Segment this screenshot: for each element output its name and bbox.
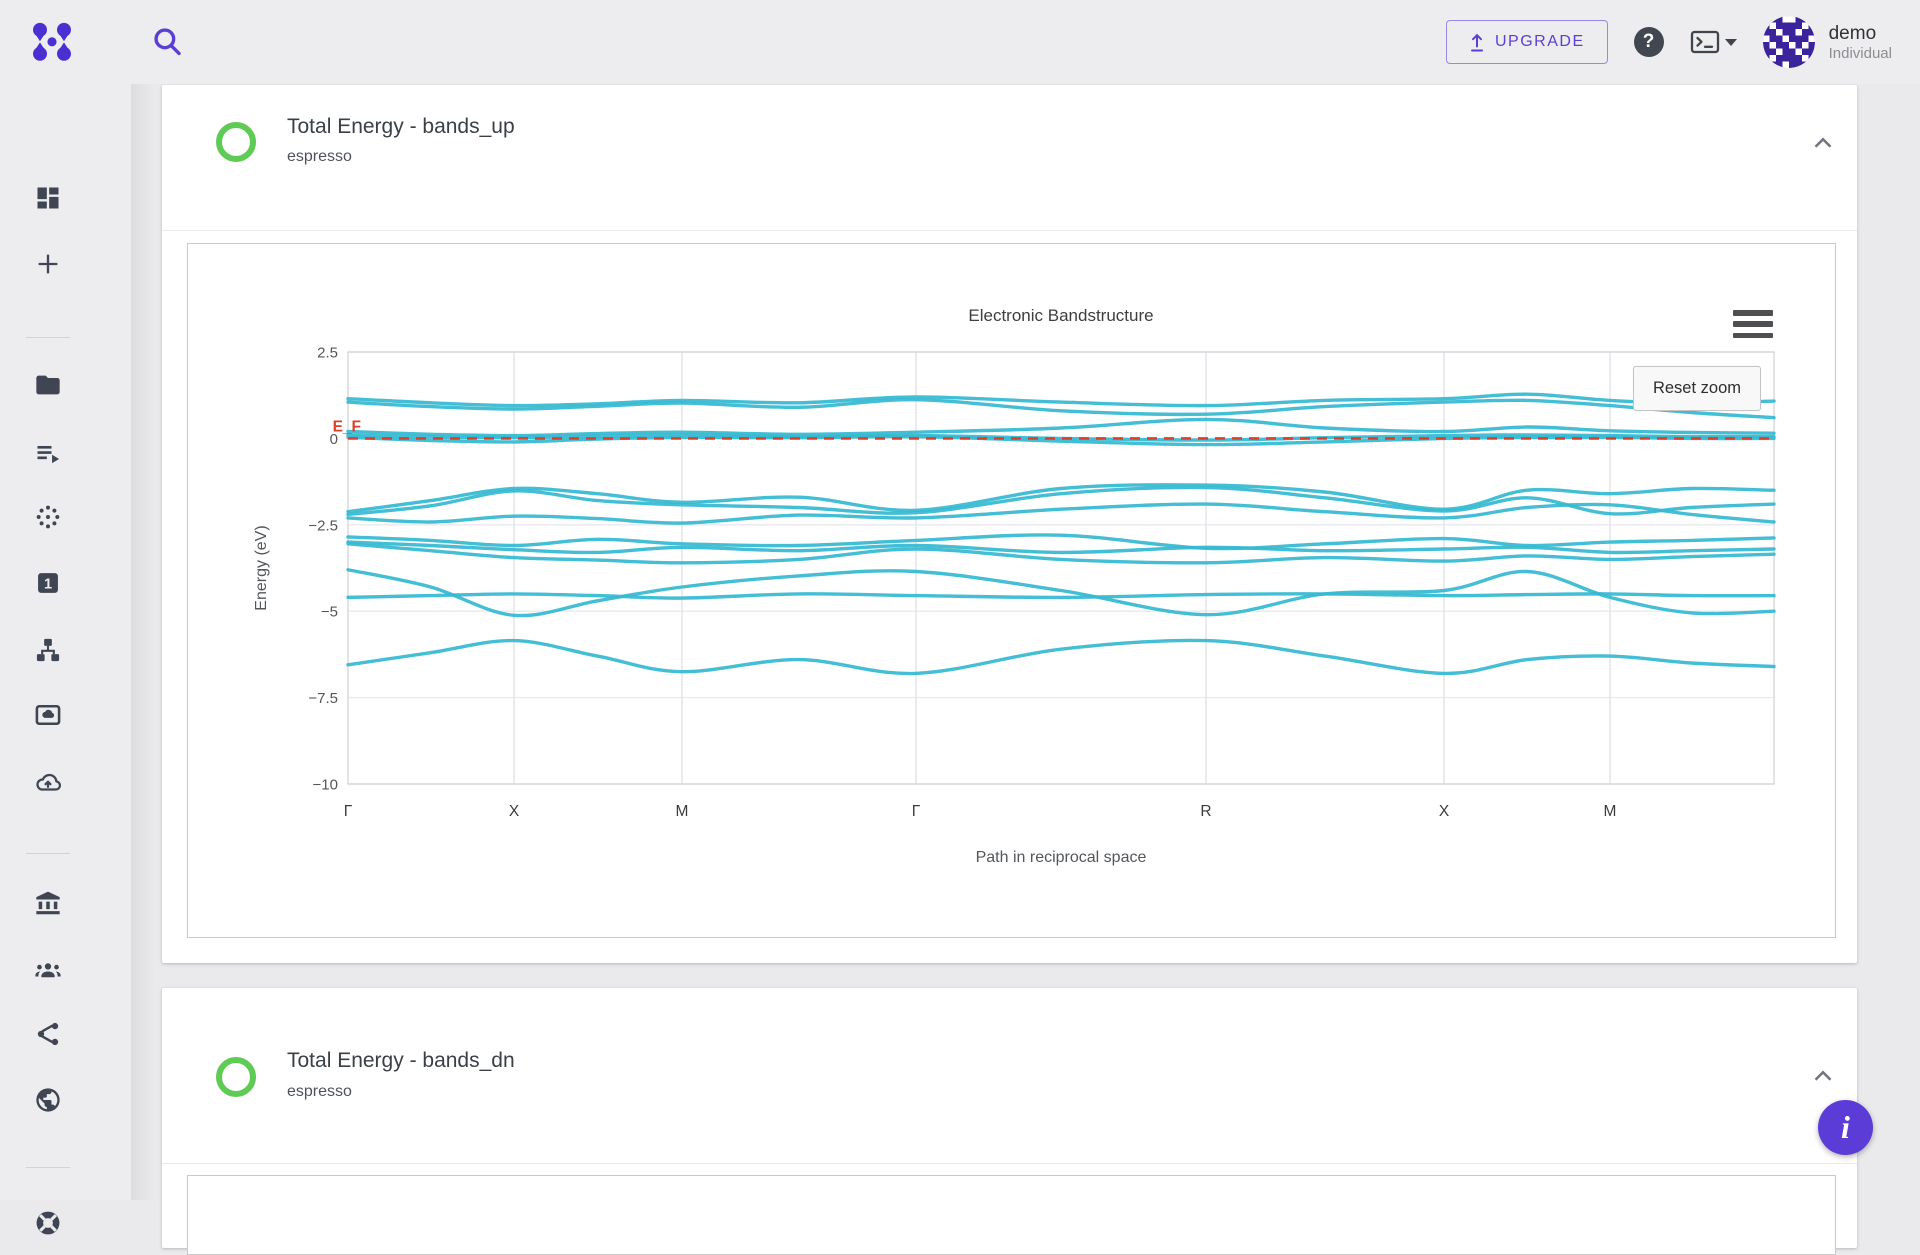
svg-text:Energy (eV): Energy (eV) (253, 525, 270, 610)
result-card-bands-up: Total Energy - bands_up espresso 2.50−2.… (162, 85, 1857, 963)
header-divider (162, 230, 1857, 231)
card-title: Total Energy - bands_dn (287, 1049, 515, 1073)
sidebar-item-dashboard-icon[interactable] (24, 174, 72, 222)
sidebar-item-media-image-icon[interactable] (24, 691, 72, 739)
sidebar-item-notebook-badge-icon[interactable]: 1 (24, 559, 72, 607)
content-left-shadow (131, 84, 155, 1200)
card-subtitle: espresso (287, 1083, 352, 1101)
svg-text:E_F: E_F (333, 418, 361, 435)
sidebar-item-team-icon[interactable] (24, 945, 72, 993)
sidebar-item-bank-icon[interactable] (24, 879, 72, 927)
sidebar-item-globe-icon[interactable] (24, 1076, 72, 1124)
sidebar: 1 (0, 84, 131, 1200)
user-plan: Individual (1829, 45, 1892, 62)
upgrade-button[interactable]: UPGRADE (1446, 20, 1608, 64)
band-line (348, 419, 1774, 435)
status-success-ring (216, 122, 256, 162)
card-subtitle: espresso (287, 148, 352, 166)
sidebar-item-share-icon[interactable] (24, 1010, 72, 1058)
band-line (348, 394, 1774, 405)
svg-text:−5: −5 (321, 604, 338, 621)
svg-text:M: M (676, 803, 689, 820)
svg-text:Path in reciprocal space: Path in reciprocal space (976, 849, 1147, 866)
svg-text:1: 1 (44, 577, 52, 593)
topbar: UPGRADE ? (0, 0, 1920, 84)
band-line (348, 535, 1774, 549)
terminal-menu-button[interactable] (1690, 29, 1737, 55)
upgrade-label: UPGRADE (1495, 33, 1585, 51)
band-line (348, 640, 1774, 673)
sidebar-divider (26, 853, 70, 854)
help-icon[interactable]: ? (1634, 27, 1664, 57)
svg-text:−7.5: −7.5 (308, 690, 338, 707)
collapse-chevron-up-icon[interactable] (1808, 128, 1838, 158)
sidebar-item-materials-atoms-icon[interactable] (24, 493, 72, 541)
chevron-down-icon (1725, 38, 1737, 46)
chart-title: Electronic Bandstructure (861, 306, 1261, 326)
bandstructure-plot[interactable]: 2.50−2.5−5−7.5−10ΓXMΓRXMPath in reciproc… (188, 244, 1837, 939)
bandstructure-chart-panel[interactable]: 2.50−2.5−5−7.5−10ΓXMΓRXMPath in reciproc… (187, 243, 1836, 938)
svg-text:Γ: Γ (912, 803, 921, 820)
sidebar-item-jobs-list-icon[interactable] (24, 429, 72, 477)
svg-text:2.5: 2.5 (317, 345, 338, 362)
info-button[interactable]: i (1818, 1100, 1873, 1155)
search-icon[interactable] (150, 24, 184, 58)
chart-menu-hamburger-icon[interactable] (1733, 310, 1773, 338)
svg-text:Γ: Γ (344, 803, 353, 820)
mat3ra-logo[interactable] (28, 20, 76, 62)
result-card-bands-dn: Total Energy - bands_dn espresso (162, 988, 1857, 1248)
sidebar-item-folder-icon[interactable] (24, 361, 72, 409)
user-menu[interactable]: demo Individual (1763, 16, 1892, 68)
terminal-icon (1690, 29, 1720, 55)
status-success-ring (216, 1057, 256, 1097)
collapse-chevron-up-icon[interactable] (1808, 1061, 1838, 1091)
svg-text:−10: −10 (313, 777, 338, 794)
svg-text:−2.5: −2.5 (308, 517, 338, 534)
band-line (348, 594, 1774, 598)
sidebar-item-add-icon[interactable] (24, 240, 72, 288)
user-name: demo (1829, 22, 1892, 46)
reset-zoom-button[interactable]: Reset zoom (1633, 366, 1761, 411)
main-content: Total Energy - bands_up espresso 2.50−2.… (131, 0, 1920, 1200)
sidebar-item-workflow-tree-icon[interactable] (24, 626, 72, 674)
svg-text:R: R (1200, 803, 1211, 820)
sidebar-item-cloud-upload-icon[interactable] (24, 758, 72, 806)
upload-arrow-icon (1469, 32, 1485, 52)
avatar (1763, 16, 1815, 68)
bandstructure-chart-panel-clipped (187, 1175, 1836, 1255)
svg-text:X: X (1439, 803, 1450, 820)
svg-text:X: X (509, 803, 520, 820)
card-title: Total Energy - bands_up (287, 115, 515, 139)
sidebar-divider (26, 1167, 70, 1168)
header-divider (162, 1163, 1857, 1164)
svg-text:M: M (1604, 803, 1617, 820)
sidebar-divider (26, 337, 70, 338)
band-line (348, 504, 1774, 523)
